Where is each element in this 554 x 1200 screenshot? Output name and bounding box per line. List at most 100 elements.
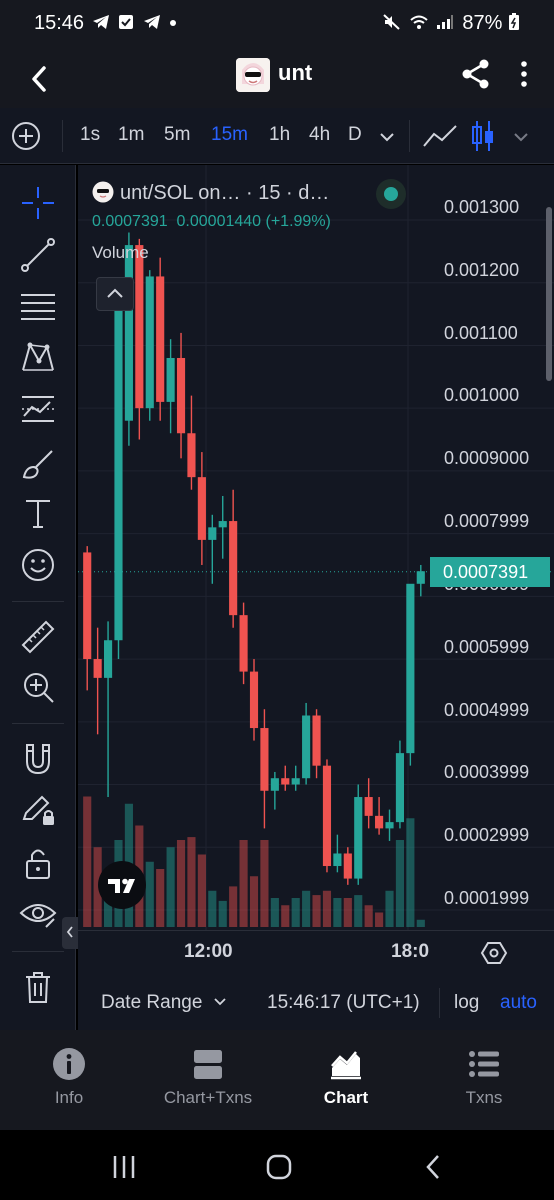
timeframe-1h[interactable]: 1h	[269, 124, 290, 146]
hide-drawings-tool[interactable]	[18, 893, 58, 933]
recent-apps-button[interactable]	[104, 1150, 144, 1184]
nav-info[interactable]: Info	[4, 1046, 134, 1108]
chevron-left-icon	[66, 926, 73, 938]
checkbox-icon	[119, 15, 134, 29]
candle-down	[343, 847, 352, 885]
candle-chart-type-button[interactable]	[468, 118, 498, 154]
timeframe-15m[interactable]: 15m	[211, 124, 248, 146]
nav-txns[interactable]: Txns	[419, 1046, 549, 1108]
unlock-tool[interactable]	[18, 843, 58, 883]
candle-body	[135, 245, 144, 409]
price-scrollbar[interactable]	[546, 207, 552, 381]
nav-info-label: Info	[54, 1088, 84, 1107]
magnet-tool[interactable]	[18, 739, 58, 779]
volume-bar	[354, 895, 363, 927]
add-symbol-button[interactable]	[10, 120, 42, 152]
candle-body	[239, 615, 248, 672]
brush-tool[interactable]	[18, 443, 58, 483]
candlestick-icon	[472, 121, 493, 151]
candle-up	[145, 270, 154, 421]
volume-bar	[187, 837, 196, 927]
prediction-tool[interactable]	[18, 389, 58, 429]
chart-settings-button[interactable]	[480, 939, 508, 967]
candle-up	[291, 765, 300, 791]
home-button[interactable]	[259, 1150, 299, 1184]
candle-down	[93, 627, 102, 735]
telegram-icon	[93, 15, 109, 29]
more-menu-button[interactable]	[510, 56, 538, 92]
candle-body	[124, 245, 133, 421]
drawing-toolbar	[0, 165, 76, 1030]
text-tool[interactable]	[18, 493, 58, 533]
lock-drawings-tool[interactable]	[18, 789, 58, 829]
candle-up	[166, 339, 175, 434]
share-button[interactable]	[458, 56, 494, 92]
volume-bar	[281, 905, 290, 927]
battery-level: 87%	[462, 12, 520, 35]
measure-tool[interactable]	[18, 617, 58, 657]
date-range-dropdown[interactable]: Date Range	[101, 992, 228, 1014]
auto-scale-toggle[interactable]: auto	[500, 992, 537, 1014]
tradingview-logo[interactable]	[98, 861, 146, 909]
legend-symbol[interactable]: unt/SOL on… · 15 · d…	[92, 181, 329, 205]
timeframe-4h[interactable]: 4h	[309, 124, 330, 146]
candle-body	[114, 288, 123, 641]
line-chart-type-button[interactable]	[420, 120, 460, 152]
tool-divider	[12, 951, 64, 952]
price-tick-label: 0.0007999	[444, 511, 530, 531]
date-range-label: Date Range	[101, 992, 203, 1013]
candle-down	[249, 659, 259, 741]
toolbar-divider	[62, 120, 63, 152]
delete-drawings-tool[interactable]	[18, 967, 58, 1007]
bottom-bar-divider	[439, 988, 440, 1018]
candle-body	[260, 728, 269, 791]
price-tick-label: 0.001000	[444, 385, 520, 405]
pattern-icon	[22, 342, 54, 371]
chart-clock[interactable]: 15:46:17 (UTC+1)	[267, 992, 420, 1014]
volume-bar	[406, 818, 415, 927]
chart-pane[interactable]: unt/SOL on… · 15 · d… 0.0007391 0.000014…	[62, 165, 554, 949]
trend-line-tool[interactable]	[18, 235, 58, 275]
toolbar-collapse-tab[interactable]	[62, 917, 78, 949]
timeframe-1m[interactable]: 1m	[118, 124, 144, 146]
candle-down	[197, 452, 206, 565]
timeframe-5m[interactable]: 5m	[164, 124, 190, 146]
candle-body	[218, 521, 227, 528]
time-axis[interactable]: 12:00 18:0	[78, 930, 554, 974]
volume-bar	[312, 895, 321, 927]
volume-bar	[343, 898, 352, 927]
chart-toolbar: 1s 1m 5m 15m 1h 4h D	[0, 108, 554, 164]
back-system-button[interactable]	[414, 1150, 454, 1184]
home-icon	[266, 1154, 292, 1180]
nav-chart[interactable]: Chart	[281, 1046, 411, 1108]
horizontal-lines-icon	[21, 294, 55, 320]
pattern-tool[interactable]	[18, 337, 58, 377]
nav-chart-txns[interactable]: Chart+Txns	[143, 1046, 273, 1108]
time-tick-label: 18:0	[391, 941, 430, 962]
volume-bar	[218, 900, 227, 927]
log-scale-toggle[interactable]: log	[454, 992, 479, 1014]
timeframe-D[interactable]: D	[348, 124, 362, 146]
legend-interval: · 15 · d…	[246, 182, 330, 204]
candle-body	[385, 822, 394, 829]
timeframe-1s[interactable]: 1s	[80, 124, 100, 146]
timeframe-dropdown[interactable]	[376, 126, 398, 148]
smiley-icon	[22, 549, 54, 581]
crosshair-tool[interactable]	[18, 183, 58, 223]
candle-body	[354, 797, 363, 879]
token-avatar	[236, 58, 270, 92]
candle-up	[218, 495, 227, 559]
legend-collapse-button[interactable]	[96, 277, 134, 311]
market-status-indicator[interactable]	[376, 179, 406, 209]
volume-bar	[291, 898, 300, 927]
chart-type-dropdown[interactable]	[510, 126, 532, 148]
candle-body	[176, 357, 186, 434]
fib-retracement-tool[interactable]	[18, 287, 58, 327]
back-button[interactable]	[24, 58, 60, 98]
candle-body	[406, 583, 415, 754]
zoom-in-tool[interactable]	[18, 667, 58, 707]
emoji-tool[interactable]	[18, 545, 58, 585]
candle-down	[322, 759, 332, 873]
page-title: unt	[278, 60, 313, 85]
volume-legend[interactable]: Volume	[92, 243, 149, 263]
